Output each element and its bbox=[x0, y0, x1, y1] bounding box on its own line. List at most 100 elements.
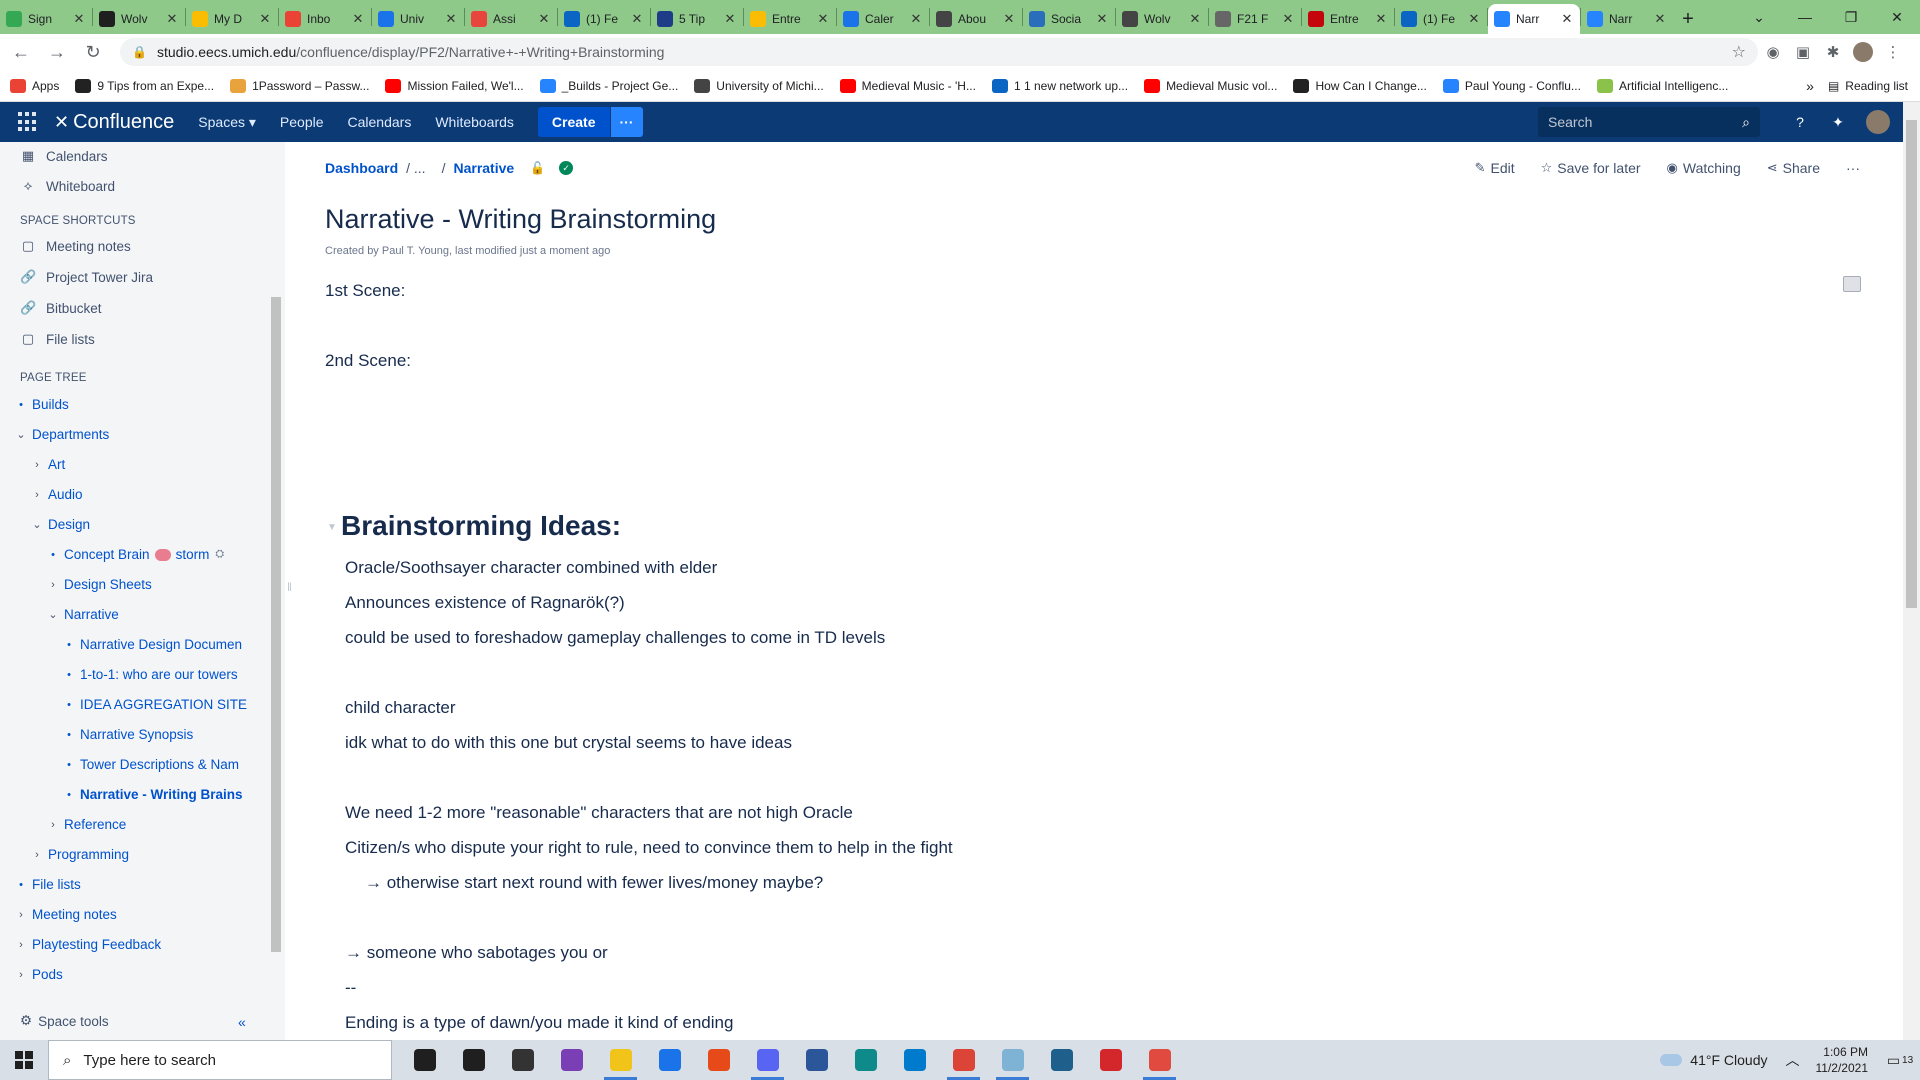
tab-close-icon[interactable]: ✕ bbox=[630, 11, 644, 27]
back-icon[interactable]: ← bbox=[6, 37, 36, 67]
chrome-icon[interactable] bbox=[1135, 1040, 1184, 1080]
task-view-icon[interactable] bbox=[449, 1040, 498, 1080]
tree-item-programming[interactable]: › Programming bbox=[32, 847, 129, 862]
browser-tab[interactable]: Inbo ✕ bbox=[279, 4, 371, 34]
sidebar-item-whiteboard[interactable]: ⟡ Whiteboard bbox=[20, 178, 115, 194]
user-avatar[interactable] bbox=[1866, 110, 1890, 134]
chrome-app-icon[interactable] bbox=[939, 1040, 988, 1080]
tree-item-narrative-synopsis[interactable]: • Narrative Synopsis bbox=[64, 727, 193, 742]
tab-close-icon[interactable]: ✕ bbox=[1653, 11, 1667, 27]
edge-icon[interactable] bbox=[841, 1040, 890, 1080]
browser-tab[interactable]: Assi ✕ bbox=[465, 4, 557, 34]
chevron-down-icon[interactable]: ⌄ bbox=[32, 518, 42, 531]
browser-tab[interactable]: Abou ✕ bbox=[930, 4, 1022, 34]
tree-item-audio[interactable]: › Audio bbox=[32, 487, 82, 502]
new-tab-button[interactable]: + bbox=[1673, 4, 1703, 34]
tree-item-reference[interactable]: › Reference bbox=[48, 817, 126, 832]
app-light-icon[interactable] bbox=[988, 1040, 1037, 1080]
browser-tab[interactable]: Wolv ✕ bbox=[93, 4, 185, 34]
browser-tab[interactable]: Entre ✕ bbox=[1302, 4, 1394, 34]
chevron-right-icon[interactable]: › bbox=[32, 489, 42, 501]
tree-item-file-lists[interactable]: • File lists bbox=[16, 877, 81, 892]
browser-tab[interactable]: Narr ✕ bbox=[1581, 4, 1673, 34]
bookmark-item[interactable]: Apps bbox=[10, 78, 59, 93]
chevron-right-icon[interactable]: › bbox=[48, 579, 58, 591]
tree-item-one-to-one[interactable]: • 1-to-1: who are our towers bbox=[64, 667, 238, 682]
tab-search-icon[interactable]: ⌄ bbox=[1736, 0, 1782, 34]
acrobat-icon[interactable] bbox=[1086, 1040, 1135, 1080]
browser-tab[interactable]: Wolv ✕ bbox=[1116, 4, 1208, 34]
chevron-down-icon[interactable]: ⌄ bbox=[48, 608, 58, 621]
lock-icon[interactable]: 🔒 bbox=[132, 45, 147, 59]
cortana-icon[interactable] bbox=[400, 1040, 449, 1080]
help-icon[interactable]: ? bbox=[1790, 112, 1810, 132]
reload-icon[interactable]: ↻ bbox=[78, 37, 108, 67]
create-button[interactable]: Create bbox=[537, 107, 610, 137]
breadcrumb-ellipsis[interactable]: / ... bbox=[406, 160, 425, 176]
tree-item-tower-descriptions[interactable]: • Tower Descriptions & Nam bbox=[64, 757, 239, 772]
file-explorer-icon[interactable] bbox=[596, 1040, 645, 1080]
extension-icon-1[interactable]: ◉ bbox=[1758, 37, 1788, 67]
chevron-down-icon[interactable]: ⌄ bbox=[16, 428, 26, 441]
confluence-logo[interactable]: ✕ Confluence bbox=[54, 111, 174, 134]
tab-close-icon[interactable]: ✕ bbox=[1002, 11, 1016, 27]
tab-close-icon[interactable]: ✕ bbox=[909, 11, 923, 27]
header-search-input[interactable]: Search ⌕ bbox=[1538, 107, 1760, 137]
forward-icon[interactable]: → bbox=[42, 37, 72, 67]
tree-item-idea-aggregation[interactable]: • IDEA AGGREGATION SITE bbox=[64, 697, 247, 712]
tree-item-concept-brainstorm[interactable]: • Concept Brain storm ⛭ bbox=[48, 547, 224, 562]
photos-icon[interactable] bbox=[1037, 1040, 1086, 1080]
tab-close-icon[interactable]: ✕ bbox=[1467, 11, 1481, 27]
more-actions-button[interactable]: ··· bbox=[1846, 160, 1860, 176]
word-icon[interactable] bbox=[792, 1040, 841, 1080]
browser-tab[interactable]: Sign ✕ bbox=[0, 4, 92, 34]
browser-tab[interactable]: (1) Fe ✕ bbox=[1395, 4, 1487, 34]
tree-item-narrative[interactable]: ⌄ Narrative bbox=[48, 607, 118, 622]
app-purple-icon[interactable] bbox=[547, 1040, 596, 1080]
unlock-icon[interactable]: 🔓 bbox=[530, 161, 545, 175]
tree-item-playtesting-feedback[interactable]: › Playtesting Feedback bbox=[16, 937, 161, 952]
collapse-sidebar-button[interactable]: « bbox=[238, 1014, 246, 1030]
shortcut-bitbucket[interactable]: 🔗 Bitbucket bbox=[20, 300, 102, 316]
tree-item-art[interactable]: › Art bbox=[32, 457, 65, 472]
tree-item-builds[interactable]: • Builds bbox=[16, 397, 69, 412]
profile-avatar-icon[interactable] bbox=[1848, 37, 1878, 67]
chevron-right-icon[interactable]: › bbox=[16, 969, 26, 981]
browser-tab[interactable]: Caler ✕ bbox=[837, 4, 929, 34]
bookmark-item[interactable]: 1Password – Passw... bbox=[230, 78, 369, 93]
notification-center-button[interactable]: ▭ 13 bbox=[1880, 1052, 1920, 1069]
start-button[interactable] bbox=[0, 1040, 48, 1080]
bookmark-item[interactable]: 9 Tips from an Expe... bbox=[75, 78, 214, 93]
mail-icon[interactable] bbox=[645, 1040, 694, 1080]
breadcrumb-dashboard[interactable]: Dashboard bbox=[325, 160, 398, 176]
sidebar-scrollbar-thumb[interactable] bbox=[271, 297, 281, 952]
page-scrollbar-thumb[interactable] bbox=[1906, 120, 1917, 608]
nav-calendars[interactable]: Calendars bbox=[348, 114, 412, 130]
chevron-right-icon[interactable]: › bbox=[32, 459, 42, 471]
tree-item-departments[interactable]: ⌄ Departments bbox=[16, 427, 109, 442]
edit-button[interactable]: ✎ Edit bbox=[1475, 160, 1515, 176]
extensions-puzzle-icon[interactable]: ✱ bbox=[1818, 37, 1848, 67]
tab-close-icon[interactable]: ✕ bbox=[1188, 11, 1202, 27]
tab-close-icon[interactable]: ✕ bbox=[165, 11, 179, 27]
bookmark-item[interactable]: _Builds - Project Ge... bbox=[539, 78, 678, 93]
tree-item-meeting-notes[interactable]: › Meeting notes bbox=[16, 907, 117, 922]
bookmark-item[interactable]: Paul Young - Conflu... bbox=[1442, 78, 1581, 93]
tree-item-design-sheets[interactable]: › Design Sheets bbox=[48, 577, 152, 592]
tree-item-design[interactable]: ⌄ Design bbox=[32, 517, 90, 532]
tab-close-icon[interactable]: ✕ bbox=[72, 11, 86, 27]
bookmark-item[interactable]: Mission Failed, We'l... bbox=[385, 78, 524, 93]
create-more-button[interactable]: ··· bbox=[610, 107, 643, 137]
bookmark-item[interactable]: University of Michi... bbox=[694, 78, 824, 93]
browser-tab[interactable]: My D ✕ bbox=[186, 4, 278, 34]
tab-close-icon[interactable]: ✕ bbox=[444, 11, 458, 27]
taskbar-clock[interactable]: 1:06 PM 11/2/2021 bbox=[1816, 1044, 1869, 1076]
chevron-right-icon[interactable]: › bbox=[32, 849, 42, 861]
store-icon[interactable] bbox=[498, 1040, 547, 1080]
browser-tab[interactable]: Entre ✕ bbox=[744, 4, 836, 34]
browser-tab[interactable]: 5 Tip ✕ bbox=[651, 4, 743, 34]
browser-tab[interactable]: Narr ✕ bbox=[1488, 4, 1580, 34]
reading-list-button[interactable]: ▤ Reading list bbox=[1828, 79, 1908, 93]
browser-tab[interactable]: Univ ✕ bbox=[372, 4, 464, 34]
heading-collapse-icon[interactable]: ▼ bbox=[327, 522, 337, 533]
